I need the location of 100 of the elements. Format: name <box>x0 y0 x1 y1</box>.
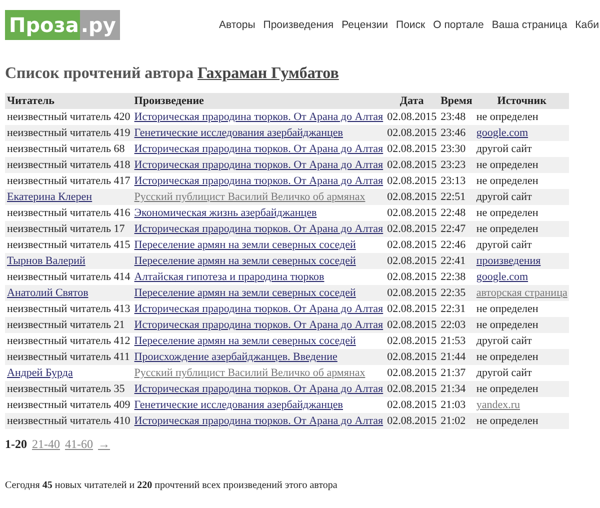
table-link[interactable]: google.com <box>476 271 528 283</box>
table-cell: 23:46 <box>438 125 474 141</box>
table-cell: неизвестный читатель 68 <box>5 141 132 157</box>
author-link[interactable]: Гахраман Гумбатов <box>197 65 339 82</box>
table-cell: неизвестный читатель 410 <box>5 413 132 429</box>
table-cell: 02.08.2015 <box>385 381 439 397</box>
table-cell: 02.08.2015 <box>385 413 439 429</box>
column-header: Читатель <box>5 93 132 109</box>
table-link[interactable]: Переселение армян на земли северных соседей <box>134 255 356 267</box>
table-cell: 02.08.2015 <box>385 269 439 285</box>
table-cell: не определен <box>474 413 570 429</box>
table-cell: другой сайт <box>474 237 570 253</box>
table-link[interactable]: авторская страница <box>476 287 568 299</box>
table-link[interactable]: Историческая прародина тюрков. От Арана до Алтая <box>134 415 384 427</box>
logo-text: .ру <box>80 10 120 40</box>
table-cell: 22:46 <box>438 237 474 253</box>
table-cell: другой сайт <box>474 365 570 381</box>
column-header: Дата <box>385 93 439 109</box>
current-page[interactable]: 1-20 <box>5 437 27 451</box>
table-link[interactable]: Переселение армян на земли северных соседей <box>134 239 356 251</box>
table-cell: 22:35 <box>438 285 474 301</box>
table-cell: неизвестный читатель 35 <box>5 381 132 397</box>
nav-link[interactable]: Рецензии <box>342 18 388 34</box>
page-link[interactable]: 21-40 <box>32 437 60 451</box>
column-header: Источник <box>474 93 570 109</box>
table-cell: 21:34 <box>438 381 474 397</box>
table-cell: 22:41 <box>438 253 474 269</box>
nav-link[interactable]: О портале <box>433 18 484 34</box>
nav-link[interactable]: Произведения <box>263 18 334 34</box>
table-cell: 02.08.2015 <box>385 173 439 189</box>
table-cell: неизвестный читатель 418 <box>5 157 132 173</box>
table-cell: другой сайт <box>474 141 570 157</box>
table-link[interactable]: Историческая прародина тюрков. От Арана до Алтая <box>134 223 384 235</box>
table-cell: 02.08.2015 <box>385 221 439 237</box>
table-cell: не определен <box>474 381 570 397</box>
table-cell: неизвестный читатель 412 <box>5 333 132 349</box>
table-cell: 02.08.2015 <box>385 125 439 141</box>
table-cell: 02.08.2015 <box>385 189 439 205</box>
table-link[interactable]: Переселение армян на земли северных соседей <box>134 287 356 299</box>
table-cell: 22:47 <box>438 221 474 237</box>
table-link[interactable]: Историческая прародина тюрков. От Арана до Алтая <box>134 383 384 395</box>
table-link[interactable]: Алтайская гипотеза и прародина тюрков <box>134 271 324 283</box>
table-cell: 23:23 <box>438 157 474 173</box>
table-cell: другой сайт <box>474 189 570 205</box>
table-link[interactable]: Историческая прародина тюрков. От Арана до Алтая <box>134 159 384 171</box>
table-cell: 02.08.2015 <box>385 237 439 253</box>
table-link[interactable]: Тырнов Валерий <box>7 255 86 267</box>
table-cell: не определен <box>474 349 570 365</box>
nav-link[interactable]: Каби <box>575 18 599 34</box>
table-cell: 22:51 <box>438 189 474 205</box>
table-cell: 23:30 <box>438 141 474 157</box>
page-heading: Список прочтений автора <box>5 65 194 82</box>
table-cell: не определен <box>474 205 570 221</box>
column-header: Произведение <box>132 93 386 109</box>
table-cell: 02.08.2015 <box>385 141 439 157</box>
page-link[interactable]: → <box>98 437 110 451</box>
table-cell: неизвестный читатель 413 <box>5 301 132 317</box>
table-link[interactable]: Генетические исследования азербайджанцев <box>134 127 343 139</box>
table-cell: 02.08.2015 <box>385 333 439 349</box>
table-cell: 21:53 <box>438 333 474 349</box>
table-cell: неизвестный читатель 17 <box>5 221 132 237</box>
table-cell: 22:03 <box>438 317 474 333</box>
table-link[interactable]: yandex.ru <box>476 399 520 411</box>
table-link[interactable]: произведения <box>476 255 541 267</box>
table-cell: 22:31 <box>438 301 474 317</box>
table-link[interactable]: Историческая прародина тюрков. От Арана до Алтая <box>134 111 384 123</box>
table-link[interactable]: Экономическая жизнь азербайджанцев <box>134 207 317 219</box>
table-cell: неизвестный читатель 21 <box>5 317 132 333</box>
table-cell: 21:37 <box>438 365 474 381</box>
nav-link[interactable]: Поиск <box>396 18 426 34</box>
table-link[interactable]: Русский публицист Василий Величко об армянах <box>134 367 366 379</box>
table-cell: 21:44 <box>438 349 474 365</box>
table-link[interactable]: Переселение армян на земли северных соседей <box>134 335 356 347</box>
table-link[interactable]: Екатерина Клерен <box>7 191 92 203</box>
table-link[interactable]: Анатолий Святов <box>7 287 88 299</box>
table-link[interactable]: Генетические исследования азербайджанцев <box>134 399 343 411</box>
table-link[interactable]: Происхождение азербайджанцев. Введение <box>134 351 338 363</box>
nav-link[interactable]: Ваша страница <box>492 18 568 34</box>
table-cell: 02.08.2015 <box>385 349 439 365</box>
table-cell: не определен <box>474 157 570 173</box>
table-link[interactable]: google.com <box>476 127 528 139</box>
table-cell: не определен <box>474 221 570 237</box>
table-cell: неизвестный читатель 419 <box>5 125 132 141</box>
table-link[interactable]: Историческая прародина тюрков. От Арана до Алтая <box>134 303 384 315</box>
table-cell: неизвестный читатель 414 <box>5 269 132 285</box>
table-cell: неизвестный читатель 417 <box>5 173 132 189</box>
page-link[interactable]: 41-60 <box>65 437 93 451</box>
table-link[interactable]: Андрей Бурда <box>7 367 73 379</box>
table-cell: 02.08.2015 <box>385 365 439 381</box>
nav-link[interactable]: Авторы <box>219 18 256 34</box>
table-link[interactable]: Историческая прародина тюрков. От Арана до Алтая <box>134 175 384 187</box>
table-cell: неизвестный читатель 411 <box>5 349 132 365</box>
reading-summary: Сегодня 45 новых читателей и 220 прочтений всех произведений этого автора <box>5 480 338 492</box>
table-link[interactable]: Историческая прародина тюрков. От Арана до Алтая <box>134 319 384 331</box>
table-link[interactable]: Русский публицист Василий Величко об армянах <box>134 191 366 203</box>
table-link[interactable]: Историческая прародина тюрков. От Арана до Алтая <box>134 143 384 155</box>
table-cell: не определен <box>474 317 570 333</box>
table-cell: 02.08.2015 <box>385 205 439 221</box>
table-cell: 02.08.2015 <box>385 301 439 317</box>
logo-text: Проза <box>5 10 80 40</box>
